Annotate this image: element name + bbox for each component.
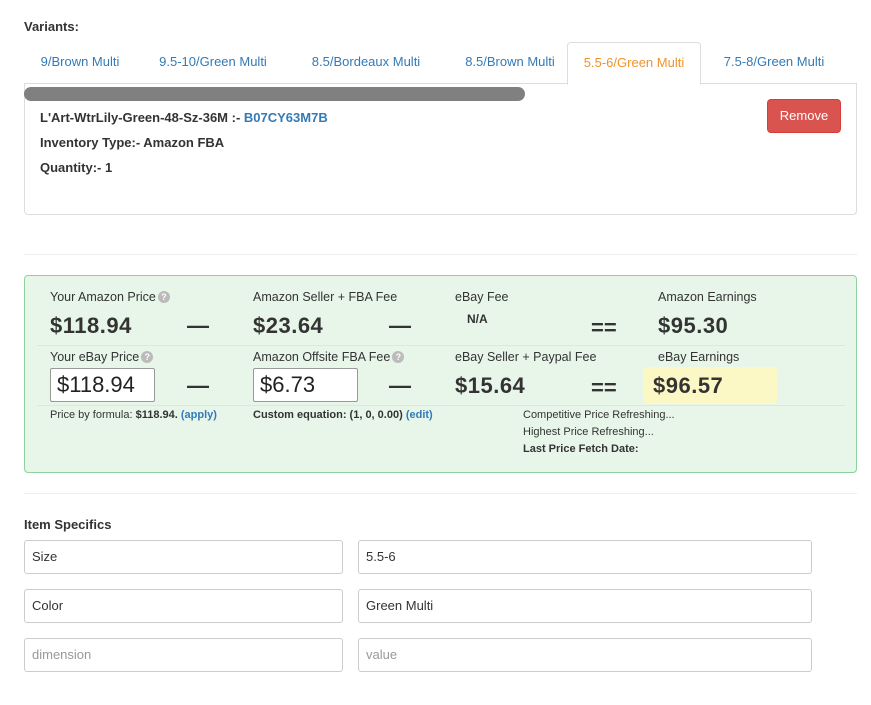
ebay-earnings-value: $96.57	[643, 367, 777, 404]
ebay-fee-value: N/A	[467, 312, 488, 326]
ebay-price-label-text: Your eBay Price	[50, 350, 140, 364]
ebay-seller-paypal-label: eBay Seller + Paypal Fee	[455, 350, 597, 364]
ebay-seller-paypal-value: $15.64	[455, 373, 526, 398]
minus-sign: —	[389, 313, 411, 338]
seller-fba-fee-value: $23.64	[253, 313, 324, 338]
minus-sign: —	[187, 373, 209, 398]
equals-sign: ==	[591, 375, 617, 400]
competitive-price-status: Competitive Price Refreshing...	[523, 409, 675, 421]
apply-link[interactable]: (apply)	[181, 409, 217, 421]
tab-variant-6[interactable]: 7.5-8/Green Multi	[709, 42, 839, 84]
divider	[24, 493, 857, 494]
offsite-fba-fee-label: Amazon Offsite FBA Fee?	[253, 350, 405, 364]
offsite-fba-fee-input[interactable]: $6.73	[253, 368, 358, 402]
ebay-price-label: Your eBay Price?	[50, 350, 154, 364]
minus-sign: —	[187, 313, 209, 338]
tab-variant-3[interactable]: 8.5/Bordeaux Multi	[292, 42, 440, 84]
remove-button[interactable]: Remove	[767, 99, 841, 133]
variant-tabs: 9/Brown Multi 9.5-10/Green Multi 8.5/Bor…	[24, 42, 857, 85]
asin-link[interactable]: B07CY63M7B	[244, 110, 328, 125]
help-icon[interactable]: ?	[392, 351, 405, 363]
redacted-bar	[24, 87, 525, 101]
tab-variant-1[interactable]: 9/Brown Multi	[24, 42, 136, 84]
last-price-fetch-date: Last Price Fetch Date:	[523, 443, 639, 455]
offsite-fba-fee-label-text: Amazon Offsite FBA Fee	[253, 350, 391, 364]
custom-equation-label: Custom equation: (1, 0, 0.00)	[253, 409, 403, 421]
row-separator	[37, 345, 845, 346]
new-dimension-input[interactable]: dimension	[24, 638, 343, 672]
tab-variant-4[interactable]: 8.5/Brown Multi	[444, 42, 576, 84]
row-separator	[37, 405, 845, 406]
new-value-input[interactable]: value	[358, 638, 812, 672]
tab-variant-2[interactable]: 9.5-10/Green Multi	[144, 42, 282, 84]
help-icon[interactable]: ?	[141, 351, 154, 363]
price-by-formula: Price by formula: $118.94. (apply)	[50, 409, 217, 421]
custom-equation: Custom equation: (1, 0, 0.00) (edit)	[253, 409, 433, 421]
formula-value: $118.94.	[135, 409, 178, 421]
quantity: Quantity:- 1	[40, 160, 113, 175]
specific-name-input[interactable]: Color	[24, 589, 343, 623]
sku-text: L'Art-WtrLily-Green-48-Sz-36M :-	[40, 110, 244, 125]
amazon-earnings-value: $95.30	[658, 313, 729, 338]
variants-label: Variants:	[24, 19, 79, 34]
equals-sign: ==	[591, 315, 617, 340]
tab-variant-5-active[interactable]: 5.5-6/Green Multi	[567, 42, 701, 85]
specific-name-input[interactable]: Size	[24, 540, 343, 574]
sku-line: L'Art-WtrLily-Green-48-Sz-36M :- B07CY63…	[40, 110, 328, 125]
inventory-type: Inventory Type:- Amazon FBA	[40, 135, 225, 150]
formula-label: Price by formula:	[50, 409, 136, 421]
amazon-price-value: $118.94	[50, 313, 132, 338]
highest-price-status: Highest Price Refreshing...	[523, 426, 654, 438]
specific-value-input[interactable]: 5.5-6	[358, 540, 812, 574]
divider	[24, 254, 857, 255]
minus-sign: —	[389, 373, 411, 398]
amazon-earnings-label: Amazon Earnings	[658, 290, 757, 304]
help-icon[interactable]: ?	[157, 291, 170, 303]
ebay-fee-label: eBay Fee	[455, 290, 509, 304]
edit-link[interactable]: (edit)	[406, 409, 433, 421]
amazon-price-label: Your Amazon Price?	[50, 290, 170, 304]
seller-fba-fee-label: Amazon Seller + FBA Fee	[253, 290, 398, 304]
amazon-price-label-text: Your Amazon Price	[50, 290, 156, 304]
ebay-earnings-label: eBay Earnings	[658, 350, 740, 364]
specific-value-input[interactable]: Green Multi	[358, 589, 812, 623]
item-specifics-label: Item Specifics	[24, 517, 112, 532]
ebay-price-input[interactable]: $118.94	[50, 368, 155, 402]
